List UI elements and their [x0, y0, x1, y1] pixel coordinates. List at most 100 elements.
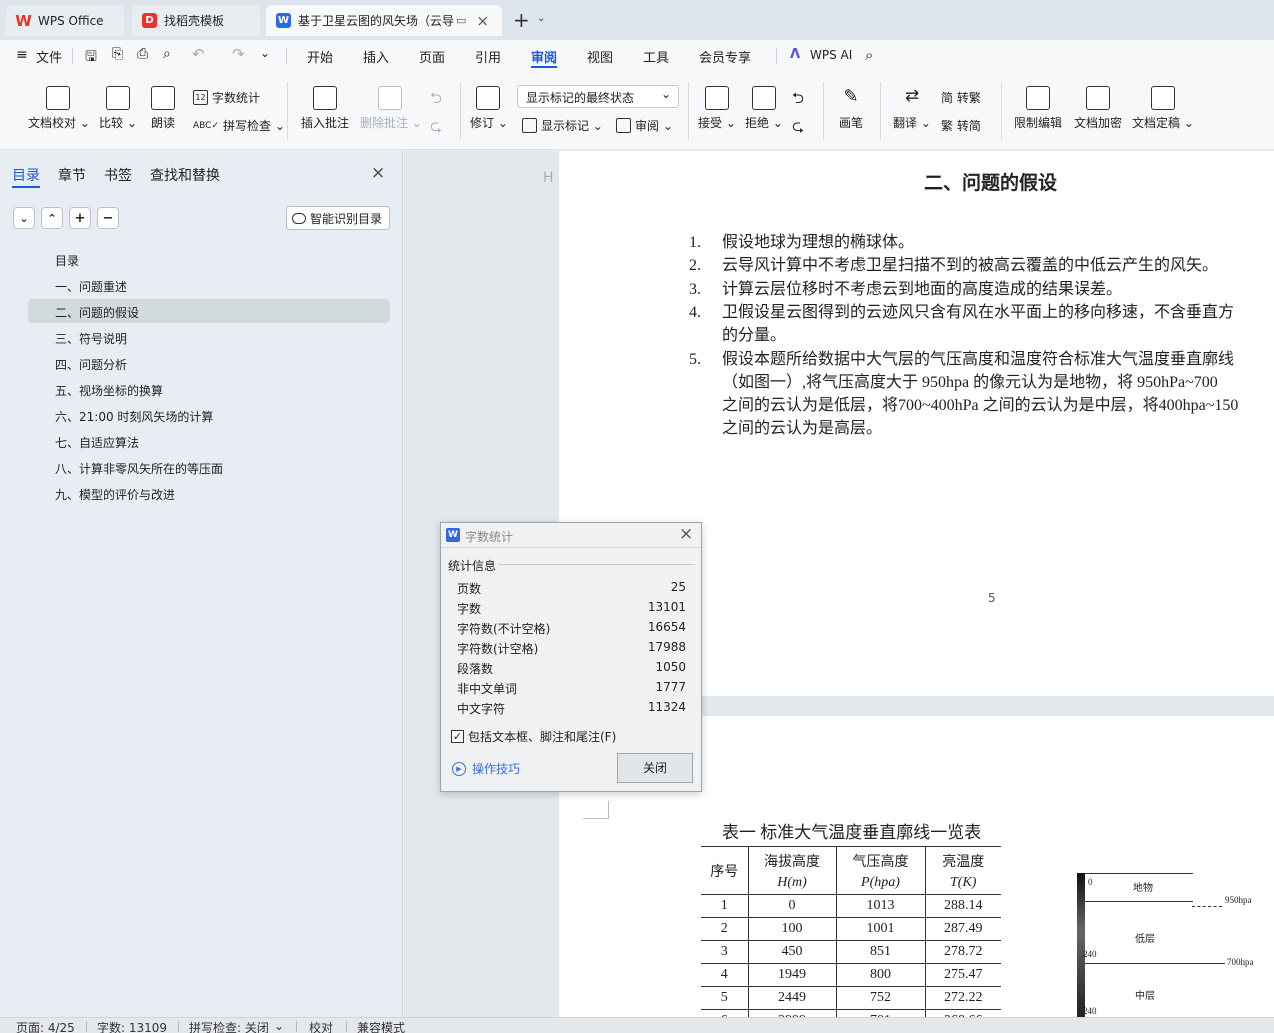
- remove-toc-button[interactable]: −: [97, 207, 119, 229]
- stat-value: 11324: [647, 700, 686, 714]
- menu-home[interactable]: 开始: [307, 47, 333, 66]
- menu-wps-ai[interactable]: WPS AI: [810, 48, 852, 62]
- menu-view[interactable]: 视图: [587, 47, 613, 66]
- table-cell: 1013: [835, 894, 925, 918]
- previous-comment-icon[interactable]: ⮌: [430, 88, 442, 113]
- compare-button[interactable]: 比较 ⌄: [98, 86, 138, 131]
- menu-page[interactable]: 页面: [419, 47, 445, 66]
- encrypt-label: 文档加密: [1073, 116, 1122, 130]
- tab-chapters[interactable]: 章节: [58, 165, 86, 185]
- close-button[interactable]: 关闭: [617, 753, 693, 783]
- add-toc-button[interactable]: +: [69, 207, 91, 229]
- tab-wps-office[interactable]: W WPS Office: [6, 5, 124, 36]
- table-row: 2 100 1001 287.49: [701, 917, 1001, 941]
- status-divider: [86, 1021, 87, 1032]
- stats-section-label: 统计信息: [448, 559, 497, 573]
- smart-toc-button[interactable]: 智能识别目录: [286, 206, 390, 230]
- table-caption: 表一 标准大气温度垂直廓线一览表: [722, 823, 982, 842]
- stat-row: 页数 25: [457, 580, 686, 597]
- read-aloud-button[interactable]: 朗读: [148, 86, 178, 131]
- menu-member[interactable]: 会员专享: [699, 47, 751, 66]
- show-markup-button[interactable]: 显示标记 ⌄: [522, 117, 603, 134]
- toc-item[interactable]: 七、自适应算法: [55, 434, 139, 451]
- close-icon[interactable]: ×: [476, 12, 489, 30]
- tab-bookmarks[interactable]: 书签: [104, 165, 132, 185]
- new-tab-icon[interactable]: +: [513, 8, 530, 32]
- tab-find-replace[interactable]: 查找和替换: [150, 165, 220, 185]
- stat-value: 16654: [647, 620, 686, 634]
- toc-item[interactable]: 三、符号说明: [55, 330, 127, 347]
- toc-item[interactable]: 五、视场坐标的换算: [55, 382, 163, 399]
- menu-file[interactable]: 文件: [36, 47, 62, 66]
- menu-tools[interactable]: 工具: [643, 47, 669, 66]
- delete-comment-button[interactable]: 删除批注 ⌄: [360, 86, 422, 131]
- track-changes-button[interactable]: 修订 ⌄: [470, 86, 508, 131]
- chevron-down-icon[interactable]: ⌄: [537, 13, 545, 24]
- toc-item[interactable]: 一、问题重述: [55, 278, 127, 295]
- status-compat: 兼容模式: [357, 1021, 406, 1033]
- close-icon[interactable]: ×: [371, 163, 385, 183]
- markup-state-select[interactable]: 显示标记的最终状态 ⌄: [517, 85, 679, 108]
- redo-icon[interactable]: ↷: [232, 45, 245, 63]
- figure-label: 700hpa: [1227, 957, 1254, 967]
- chevron-down-icon[interactable]: ⌄: [260, 46, 270, 60]
- encrypt-button[interactable]: 文档加密: [1072, 86, 1124, 131]
- stat-value: 1777: [655, 680, 686, 694]
- status-proof[interactable]: 校对: [309, 1019, 333, 1033]
- tab-docer[interactable]: D 找稻壳模板: [132, 5, 260, 36]
- word-count-button[interactable]: 12 字数统计: [193, 89, 260, 106]
- menu-reference[interactable]: 引用: [475, 47, 501, 66]
- toc-item[interactable]: 目录: [55, 252, 79, 269]
- toc-item[interactable]: 六、21:00 时刻风矢场的计算: [55, 408, 213, 425]
- expand-button[interactable]: ⌃: [41, 207, 63, 229]
- restrict-edit-button[interactable]: 限制编辑: [1012, 86, 1064, 131]
- compare-label: 比较: [99, 116, 124, 130]
- print-preview-icon[interactable]: ⌕: [163, 46, 171, 62]
- ink-button[interactable]: ✎ 画笔: [836, 86, 866, 131]
- to-traditional-button[interactable]: 简 转繁: [941, 89, 981, 106]
- tips-link[interactable]: ▶ 操作技巧: [452, 760, 520, 777]
- tab-toc[interactable]: 目录: [12, 165, 40, 185]
- stat-label: 非中文单词: [457, 682, 518, 696]
- collapse-button[interactable]: ⌄: [13, 207, 35, 229]
- translate-button[interactable]: ⇄ 翻译 ⌄: [893, 86, 931, 131]
- review-pane-button[interactable]: 审阅 ⌄: [616, 117, 673, 134]
- menu-review[interactable]: 审阅: [531, 47, 557, 66]
- status-page[interactable]: 页面: 4/25: [16, 1019, 75, 1033]
- menu-insert[interactable]: 插入: [363, 47, 389, 66]
- toc-item[interactable]: 八、计算非零风矢所在的等压面: [55, 460, 223, 477]
- insert-comment-button[interactable]: 插入批注: [298, 86, 352, 131]
- delete-comment-label: 删除批注: [360, 116, 409, 130]
- chevron-down-icon[interactable]: ⌄: [274, 1019, 284, 1033]
- status-spell-check[interactable]: 拼写检查: 关闭: [189, 1019, 269, 1033]
- save-icon[interactable]: 🖫: [85, 46, 97, 70]
- next-comment-icon[interactable]: ⮎: [430, 116, 442, 141]
- toc-item[interactable]: 九、模型的评价与改进: [55, 486, 175, 503]
- to-simplified-button[interactable]: 繁 转简: [941, 117, 981, 134]
- previous-change-icon[interactable]: ⮌: [792, 88, 804, 113]
- section-heading: 二、问题的假设: [924, 172, 1058, 194]
- tab-document[interactable]: W 基于卫星云图的风矢场（云导风 ▭ ×: [266, 5, 502, 36]
- status-word-count[interactable]: 字数: 13109: [97, 1019, 167, 1033]
- toc-item[interactable]: 二、问题的假设: [55, 304, 139, 321]
- figure-label: 地物: [1133, 883, 1153, 894]
- ribbon-separator: [1001, 82, 1002, 140]
- reject-button[interactable]: 拒绝 ⌄: [745, 86, 783, 131]
- status-bar: 页面: 4/25 字数: 13109 拼写检查: 关闭 ⌄ 校对 兼容模式: [0, 1017, 1274, 1033]
- tab-screen-icon[interactable]: ▭: [456, 14, 466, 27]
- print-icon[interactable]: ⎙: [137, 46, 148, 62]
- finalize-button[interactable]: 文档定稿 ⌄: [1132, 86, 1194, 131]
- undo-icon[interactable]: ↶: [192, 45, 205, 63]
- toc-item[interactable]: 四、问题分析: [55, 356, 127, 373]
- table-cell: 5: [701, 986, 748, 1010]
- table-cell: 851: [835, 940, 925, 964]
- close-icon[interactable]: ×: [679, 524, 693, 544]
- spell-check-button[interactable]: ABC✓ 拼写检查 ⌄: [193, 117, 285, 134]
- include-textbox-checkbox[interactable]: ✓ 包括文本框、脚注和尾注(F): [451, 728, 616, 745]
- share-icon[interactable]: ⎘: [112, 46, 123, 62]
- accept-button[interactable]: 接受 ⌄: [698, 86, 736, 131]
- search-icon[interactable]: ⌕: [865, 46, 873, 64]
- next-change-icon[interactable]: ⮎: [792, 116, 804, 141]
- doc-proof-button[interactable]: 文档校对 ⌄: [28, 86, 90, 131]
- hamburger-icon[interactable]: ≡: [16, 47, 28, 63]
